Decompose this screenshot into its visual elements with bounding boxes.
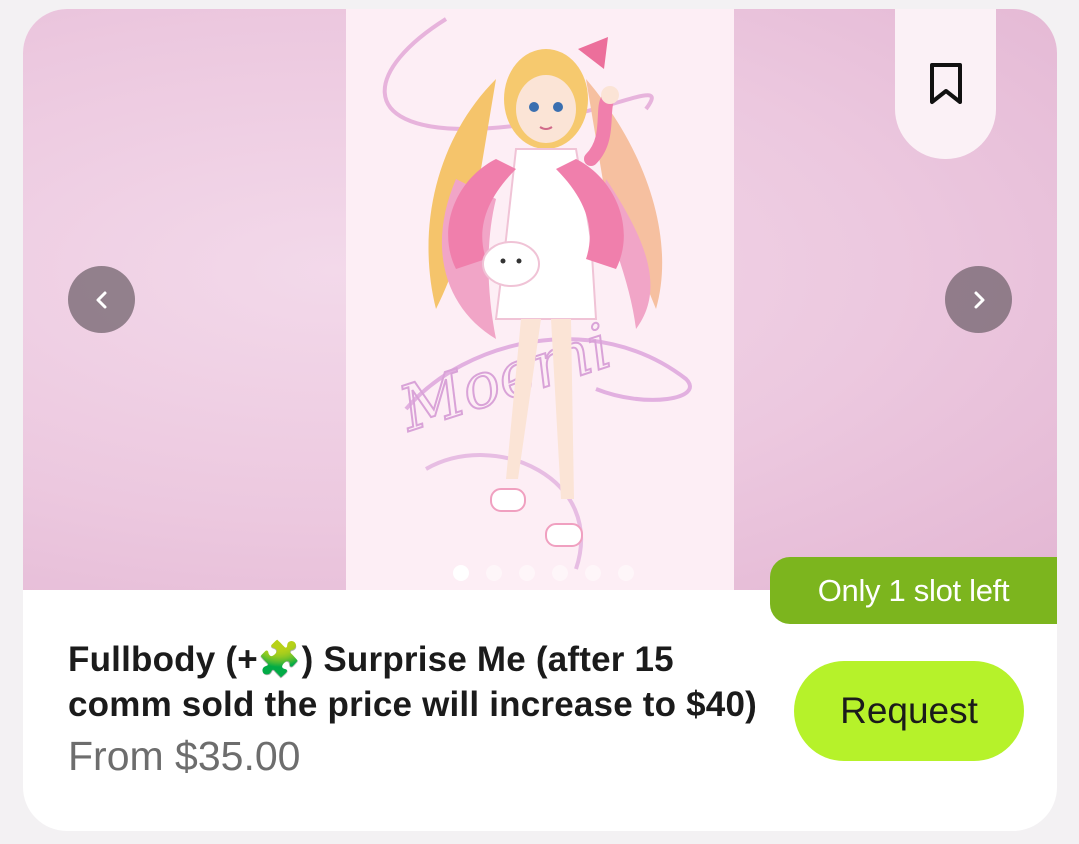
slots-left-badge: Only 1 slot left bbox=[770, 557, 1057, 624]
commission-card: Moemi Only 1 slot left Fullbody (+🧩) Sur… bbox=[23, 9, 1057, 831]
listing-price: From $35.00 bbox=[68, 733, 301, 779]
next-image-button[interactable] bbox=[945, 266, 1012, 333]
artwork-image[interactable]: Moemi bbox=[346, 9, 734, 590]
pagination-dot[interactable] bbox=[585, 565, 601, 581]
pagination-dot[interactable] bbox=[519, 565, 535, 581]
request-button[interactable]: Request bbox=[794, 661, 1024, 761]
pagination-dot[interactable] bbox=[453, 565, 469, 581]
pagination-dot[interactable] bbox=[618, 565, 634, 581]
artwork-signature: Moemi bbox=[390, 309, 619, 446]
gallery-pagination bbox=[453, 565, 634, 581]
bookmark-button[interactable] bbox=[895, 9, 996, 159]
previous-image-button[interactable] bbox=[68, 266, 135, 333]
pagination-dot[interactable] bbox=[552, 565, 568, 581]
listing-title[interactable]: Fullbody (+🧩) Surprise Me (after 15 comm… bbox=[68, 637, 768, 727]
bookmark-icon bbox=[929, 63, 962, 104]
chevron-left-icon bbox=[96, 291, 106, 308]
pagination-dot[interactable] bbox=[486, 565, 502, 581]
image-gallery[interactable]: Moemi bbox=[23, 9, 1057, 590]
chevron-right-icon bbox=[974, 291, 984, 308]
